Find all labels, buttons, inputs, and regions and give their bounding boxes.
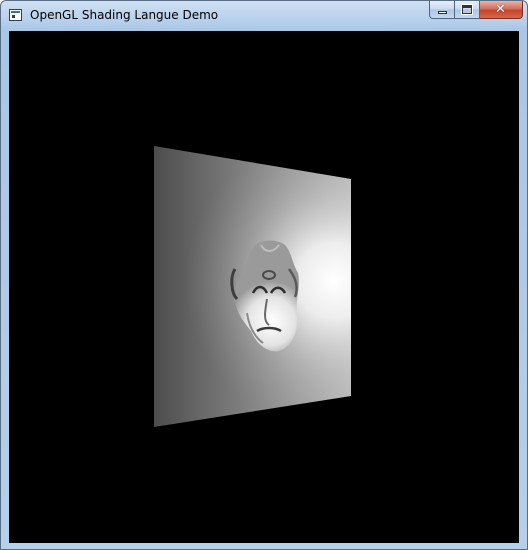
title-bar[interactable]: OpenGL Shading Langue Demo ✕: [1, 1, 527, 31]
app-window: OpenGL Shading Langue Demo ✕: [0, 0, 528, 550]
opengl-viewport[interactable]: [9, 31, 519, 543]
window-title: OpenGL Shading Langue Demo: [30, 8, 219, 22]
caption-buttons: ✕: [429, 1, 523, 21]
minimize-button[interactable]: [429, 1, 455, 19]
maximize-icon: [461, 4, 473, 15]
app-window-icon[interactable]: [9, 9, 22, 21]
rendered-scene: [154, 146, 351, 427]
close-icon: ✕: [495, 2, 506, 17]
close-button[interactable]: ✕: [480, 1, 523, 19]
maximize-button[interactable]: [455, 1, 480, 19]
minimize-icon: [438, 11, 447, 14]
